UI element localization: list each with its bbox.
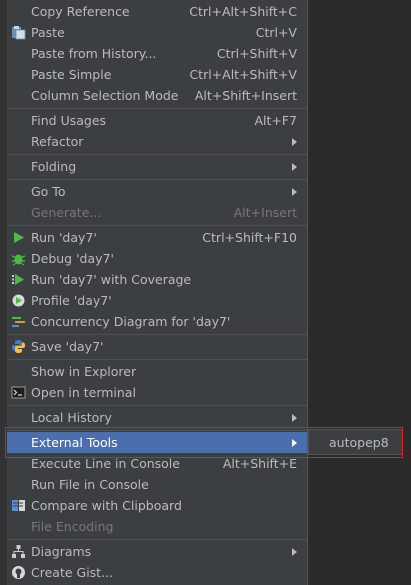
- menu-item-label: Paste Simple: [31, 67, 112, 82]
- menu-item-paste[interactable]: Paste Ctrl+V: [7, 22, 307, 43]
- menu-item-paste-from-history[interactable]: Paste from History... Ctrl+Shift+V: [7, 43, 307, 64]
- chevron-right-icon: [292, 137, 297, 146]
- chevron-right-icon: [292, 438, 297, 447]
- menu-item-label: Folding: [31, 159, 77, 174]
- menu-item-paste-simple[interactable]: Paste Simple Ctrl+Alt+Shift+V: [7, 64, 307, 85]
- menu-item-shortcut: Alt+Shift+E: [222, 456, 297, 471]
- menu-item-save[interactable]: Save 'day7': [7, 336, 307, 357]
- menu-item-shortcut: Alt+Insert: [233, 205, 297, 220]
- menu-item-label: Find Usages: [31, 113, 107, 128]
- menu-item-label: Column Selection Mode: [31, 88, 179, 103]
- menu-item-shortcut: Alt+F7: [254, 113, 297, 128]
- menu-item-label: Show in Explorer: [31, 364, 137, 379]
- menu-separator: [7, 359, 307, 360]
- diagram-icon: [12, 545, 25, 558]
- menu-item-execute-line-in-console[interactable]: Execute Line in Console Alt+Shift+E: [7, 453, 307, 474]
- menu-item-generate[interactable]: Generate... Alt+Insert: [7, 202, 307, 223]
- menu-item-profile[interactable]: Profile 'day7': [7, 290, 307, 311]
- menu-item-shortcut: Ctrl+Shift+F10: [202, 230, 297, 245]
- menu-separator: [7, 108, 307, 109]
- menu-item-shortcut: Alt+Shift+Insert: [194, 88, 297, 103]
- run-icon: [14, 232, 24, 243]
- menu-item-column-selection-mode[interactable]: Column Selection Mode Alt+Shift+Insert: [7, 85, 307, 106]
- coverage-icon: [12, 274, 24, 285]
- menu-item-label: Execute Line in Console: [31, 456, 180, 471]
- menu-item-label: Open in terminal: [31, 385, 136, 400]
- menu-item-label: Run 'day7' with Coverage: [31, 272, 192, 287]
- menu-separator: [7, 154, 307, 155]
- menu-item-label: Profile 'day7': [31, 293, 112, 308]
- menu-item-label: File Encoding: [31, 519, 114, 534]
- menu-item-label: Run File in Console: [31, 477, 149, 492]
- menu-item-label: Concurrency Diagram for 'day7': [31, 314, 231, 329]
- menu-item-label: Diagrams: [31, 544, 92, 559]
- menu-item-label: Create Gist...: [31, 565, 114, 580]
- menu-item-label: Run 'day7': [31, 230, 97, 245]
- menu-item-file-encoding[interactable]: File Encoding: [7, 516, 307, 537]
- menu-separator: [7, 539, 307, 540]
- profile-icon: [12, 294, 25, 307]
- menu-separator: [7, 430, 307, 431]
- menu-item-show-in-explorer[interactable]: Show in Explorer: [7, 361, 307, 382]
- menu-separator: [7, 179, 307, 180]
- menu-item-label: Refactor: [31, 134, 84, 149]
- menu-item-label: Generate...: [31, 205, 102, 220]
- menu-separator: [7, 225, 307, 226]
- menu-item-go-to[interactable]: Go To: [7, 181, 307, 202]
- menu-item-find-usages[interactable]: Find Usages Alt+F7: [7, 110, 307, 131]
- menu-item-shortcut: Ctrl+Shift+V: [216, 46, 297, 61]
- menu-item-concurrency-diagram[interactable]: Concurrency Diagram for 'day7': [7, 311, 307, 332]
- menu-item-run-file-in-console[interactable]: Run File in Console: [7, 474, 307, 495]
- context-menu: Copy Reference Ctrl+Alt+Shift+C Paste Ct…: [0, 0, 308, 585]
- concurrency-diagram-icon: [12, 317, 25, 327]
- menu-item-compare-with-clipboard[interactable]: Compare with Clipboard: [7, 495, 307, 516]
- menu-item-label: Debug 'day7': [31, 251, 114, 266]
- submenu-item-autopep8[interactable]: autopep8: [329, 435, 389, 450]
- python-icon: [12, 340, 25, 353]
- debug-icon: [11, 254, 26, 266]
- menu-item-copy-reference[interactable]: Copy Reference Ctrl+Alt+Shift+C: [7, 1, 307, 22]
- menu-item-shortcut: Ctrl+V: [255, 25, 297, 40]
- paste-icon: [12, 26, 26, 40]
- menu-item-label: Compare with Clipboard: [31, 498, 182, 513]
- chevron-right-icon: [292, 547, 297, 556]
- chevron-right-icon: [292, 162, 297, 171]
- menu-item-debug[interactable]: Debug 'day7': [7, 248, 307, 269]
- menu-item-label: Go To: [31, 184, 66, 199]
- menu-item-shortcut: Ctrl+Alt+Shift+V: [189, 67, 297, 82]
- menu-icon-strip: [0, 0, 7, 585]
- github-icon: [12, 566, 25, 579]
- menu-item-folding[interactable]: Folding: [7, 156, 307, 177]
- menu-separator: [7, 334, 307, 335]
- menu-item-label: Local History: [31, 410, 112, 425]
- menu-item-label: Paste: [31, 25, 65, 40]
- terminal-icon: [11, 386, 26, 399]
- menu-item-refactor[interactable]: Refactor: [7, 131, 307, 152]
- menu-item-label: Paste from History...: [31, 46, 157, 61]
- chevron-right-icon: [292, 413, 297, 422]
- menu-item-external-tools[interactable]: External Tools: [7, 432, 307, 453]
- menu-item-label: External Tools: [31, 435, 118, 450]
- menu-item-local-history[interactable]: Local History: [7, 407, 307, 428]
- compare-icon: [12, 500, 25, 511]
- chevron-right-icon: [292, 187, 297, 196]
- menu-item-label: Save 'day7': [31, 339, 104, 354]
- menu-item-run[interactable]: Run 'day7' Ctrl+Shift+F10: [7, 227, 307, 248]
- menu-item-run-with-coverage[interactable]: Run 'day7' with Coverage: [7, 269, 307, 290]
- editor-background: [308, 0, 411, 585]
- menu-item-label: Copy Reference: [31, 4, 130, 19]
- menu-item-create-gist[interactable]: Create Gist...: [7, 562, 307, 583]
- external-tools-submenu: autopep8: [308, 429, 403, 455]
- menu-item-open-in-terminal[interactable]: Open in terminal: [7, 382, 307, 403]
- menu-item-diagrams[interactable]: Diagrams: [7, 541, 307, 562]
- menu-separator: [7, 405, 307, 406]
- menu-item-shortcut: Ctrl+Alt+Shift+C: [189, 4, 297, 19]
